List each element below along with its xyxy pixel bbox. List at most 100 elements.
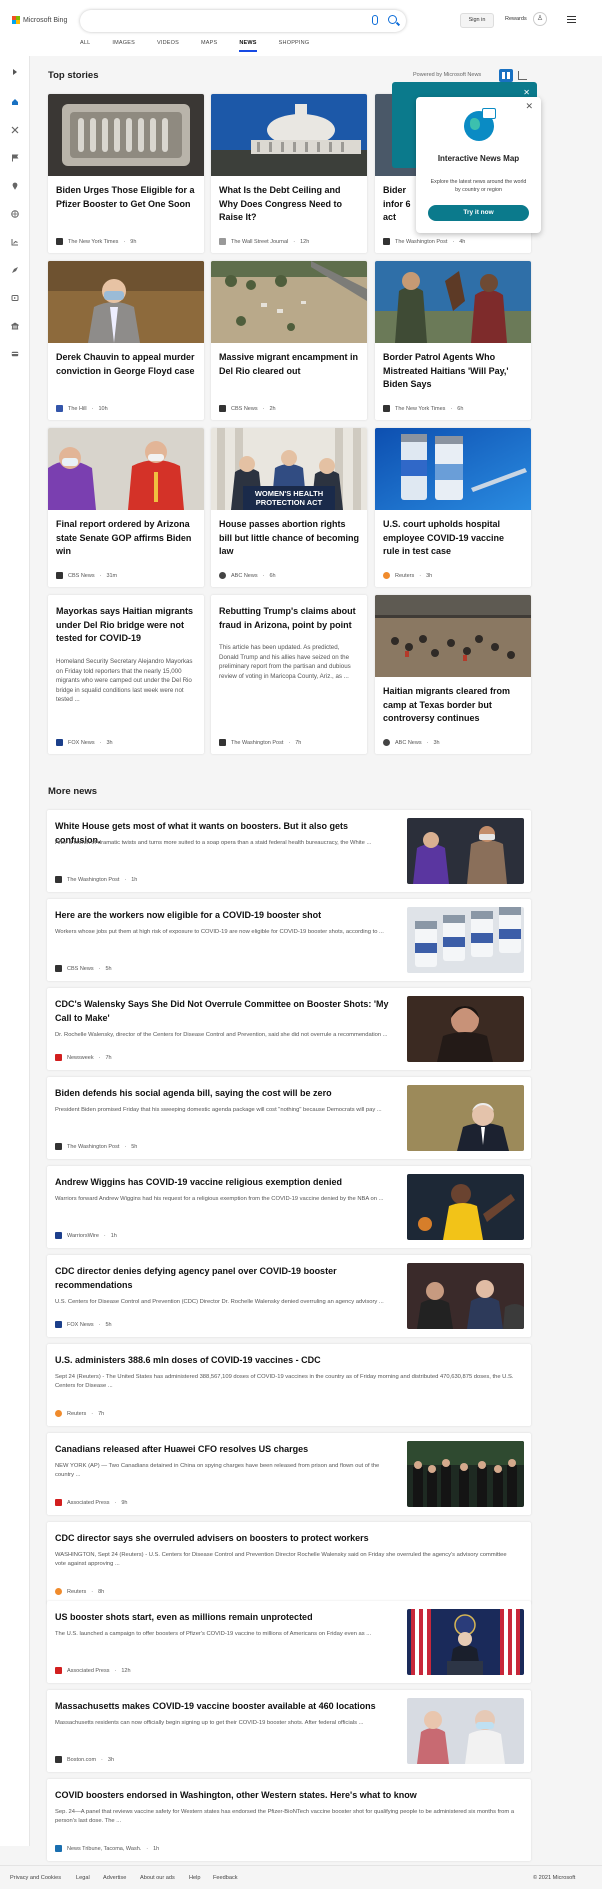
try-it-now-button[interactable]: Try it now xyxy=(428,205,529,221)
image-banner-line1: WOMEN'S HEALTH xyxy=(255,489,323,498)
story-title[interactable]: Derek Chauvin to appeal murder convictio… xyxy=(56,351,196,378)
story-card[interactable]: Massive migrant encampment in Del Rio cl… xyxy=(211,261,367,420)
news-title[interactable]: Massachusetts makes COVID-19 vaccine boo… xyxy=(55,1700,395,1714)
story-title[interactable]: Haitian migrants cleared from camp at Te… xyxy=(383,685,523,726)
news-item[interactable]: U.S. administers 388.6 mln doses of COVI… xyxy=(47,1344,531,1426)
story-card[interactable]: Biden Urges Those Eligible for a Pfizer … xyxy=(48,94,204,253)
news-item[interactable]: Massachusetts makes COVID-19 vaccine boo… xyxy=(47,1690,531,1772)
news-title[interactable]: CDC's Walensky Says She Did Not Overrule… xyxy=(55,998,395,1025)
footer-link-legal[interactable]: Legal xyxy=(76,1875,90,1881)
story-card[interactable]: WOMEN'S HEALTH PROTECTION ACT House pass… xyxy=(211,428,367,587)
rewards-link[interactable]: Rewards xyxy=(505,16,527,22)
news-thumbnail xyxy=(407,818,524,884)
news-title[interactable]: Here are the workers now eligible for a … xyxy=(55,909,395,923)
news-title[interactable]: CDC director says she overruled advisers… xyxy=(55,1532,515,1546)
news-title[interactable]: U.S. administers 388.6 mln doses of COVI… xyxy=(55,1354,515,1368)
footer-link-feedback[interactable]: Feedback xyxy=(213,1875,238,1881)
story-source: The New York Times · 9h xyxy=(56,238,136,245)
story-title[interactable]: House passes abortion rights bill but li… xyxy=(219,518,359,559)
chart-icon[interactable] xyxy=(11,238,19,246)
news-description: U.S. Centers for Disease Control and Pre… xyxy=(55,1299,384,1305)
rewards-trophy-icon[interactable]: ♙ xyxy=(533,12,547,26)
nyt-logo-icon xyxy=(383,405,390,412)
story-source: FOX News · 3h xyxy=(56,739,113,746)
news-title[interactable]: CDC director denies defying agency panel… xyxy=(55,1265,395,1292)
story-card[interactable]: Derek Chauvin to appeal murder convictio… xyxy=(48,261,204,420)
news-title[interactable]: COVID boosters endorsed in Washington, o… xyxy=(55,1789,515,1803)
tab-shopping[interactable]: SHOPPING xyxy=(279,40,310,52)
close-icon[interactable]: ✕ xyxy=(523,88,530,97)
news-item[interactable]: Canadians released after Huawei CFO reso… xyxy=(47,1433,531,1515)
nyt-logo-icon xyxy=(56,238,63,245)
story-source: The Washington Post · 7h xyxy=(219,739,301,746)
rocket-icon[interactable] xyxy=(11,266,19,274)
news-thumbnail xyxy=(407,1698,524,1764)
footer-link-about-ads[interactable]: About our ads xyxy=(140,1875,175,1881)
story-card[interactable]: Mayorkas says Haitian migrants under Del… xyxy=(48,595,204,754)
copyright: © 2021 Microsoft xyxy=(533,1875,576,1881)
story-title[interactable]: Mayorkas says Haitian migrants under Del… xyxy=(56,605,196,646)
tab-maps[interactable]: MAPS xyxy=(201,40,217,52)
story-card[interactable]: Haitian migrants cleared from camp at Te… xyxy=(375,595,531,754)
bing-logo[interactable]: Microsoft Bing xyxy=(12,16,67,24)
tab-all[interactable]: ALL xyxy=(80,40,90,52)
location-pin-icon[interactable] xyxy=(11,182,19,190)
story-title[interactable]: Border Patrol Agents Who Mistreated Hait… xyxy=(383,351,523,392)
news-item[interactable]: CDC's Walensky Says She Did Not Overrule… xyxy=(47,988,531,1070)
story-title[interactable]: Final report ordered by Arizona state Se… xyxy=(56,518,196,559)
powered-by-label: Powered by Microsoft News xyxy=(413,72,482,78)
news-title[interactable]: Biden defends his social agenda bill, sa… xyxy=(55,1087,395,1101)
news-item[interactable]: Here are the workers now eligible for a … xyxy=(47,899,531,981)
hamburger-menu-icon[interactable] xyxy=(567,16,576,23)
fox-news-logo-icon xyxy=(55,1321,62,1328)
news-item[interactable]: COVID boosters endorsed in Washington, o… xyxy=(47,1779,531,1861)
news-thumbnail xyxy=(407,996,524,1062)
news-item[interactable]: US booster shots start, even as millions… xyxy=(47,1601,531,1683)
story-card[interactable]: U.S. court upholds hospital employee COV… xyxy=(375,428,531,587)
map-view-icon[interactable] xyxy=(518,71,527,80)
story-title[interactable]: What Is the Debt Ceiling and Why Does Co… xyxy=(219,184,359,225)
story-card[interactable]: Final report ordered by Arizona state Se… xyxy=(48,428,204,587)
story-card[interactable]: Border Patrol Agents Who Mistreated Hait… xyxy=(375,261,531,420)
trending-icon[interactable] xyxy=(11,126,19,134)
story-title[interactable]: U.S. court upholds hospital employee COV… xyxy=(383,518,523,559)
search-input[interactable] xyxy=(80,10,406,32)
news-source: Boston.com · 3h xyxy=(55,1756,114,1763)
news-item[interactable]: CDC director denies defying agency panel… xyxy=(47,1255,531,1337)
footer-link-privacy[interactable]: Privacy and Cookies xyxy=(10,1875,61,1881)
search-icon[interactable] xyxy=(388,15,397,24)
bank-icon[interactable] xyxy=(11,322,19,330)
tab-videos[interactable]: VIDEOS xyxy=(157,40,179,52)
footer-link-help[interactable]: Help xyxy=(189,1875,201,1881)
news-title[interactable]: US booster shots start, even as millions… xyxy=(55,1611,395,1625)
wapo-logo-icon xyxy=(383,238,390,245)
home-icon[interactable] xyxy=(11,98,19,106)
story-card[interactable]: Rebutting Trump's claims about fraud in … xyxy=(211,595,367,754)
globe-icon[interactable] xyxy=(11,210,19,218)
video-icon[interactable] xyxy=(11,294,19,302)
tab-images[interactable]: IMAGES xyxy=(112,40,135,52)
news-item[interactable]: Andrew Wiggins has COVID-19 vaccine reli… xyxy=(47,1166,531,1248)
card-icon[interactable] xyxy=(11,350,19,358)
news-title[interactable]: Canadians released after Huawei CFO reso… xyxy=(55,1443,395,1457)
news-description: The U.S. launched a campaign to offer bo… xyxy=(55,1631,372,1637)
news-source: Associated Press · 9h xyxy=(55,1499,127,1506)
microphone-icon[interactable] xyxy=(372,15,378,25)
story-title[interactable]: Massive migrant encampment in Del Rio cl… xyxy=(219,351,359,378)
tab-news[interactable]: NEWS xyxy=(239,40,257,52)
signin-button[interactable]: Sign in xyxy=(460,13,494,28)
story-title[interactable]: Rebutting Trump's claims about fraud in … xyxy=(219,605,359,632)
news-title[interactable]: Andrew Wiggins has COVID-19 vaccine reli… xyxy=(55,1176,395,1190)
story-card[interactable]: What Is the Debt Ceiling and Why Does Co… xyxy=(211,94,367,253)
flag-icon[interactable] xyxy=(11,154,19,162)
footer-link-advertise[interactable]: Advertise xyxy=(103,1875,126,1881)
grid-view-icon[interactable] xyxy=(499,69,513,82)
close-icon[interactable]: ✕ xyxy=(525,101,533,112)
brand-name: Microsoft Bing xyxy=(23,16,68,24)
story-title[interactable]: Biden Urges Those Eligible for a Pfizer … xyxy=(56,184,196,211)
news-item[interactable]: Biden defends his social agenda bill, sa… xyxy=(47,1077,531,1159)
news-source: The Washington Post · 5h xyxy=(55,1143,137,1150)
expand-chevron-icon[interactable] xyxy=(11,68,19,76)
news-item[interactable]: White House gets most of what it wants o… xyxy=(47,810,531,892)
news-item[interactable]: CDC director says she overruled advisers… xyxy=(47,1522,531,1604)
